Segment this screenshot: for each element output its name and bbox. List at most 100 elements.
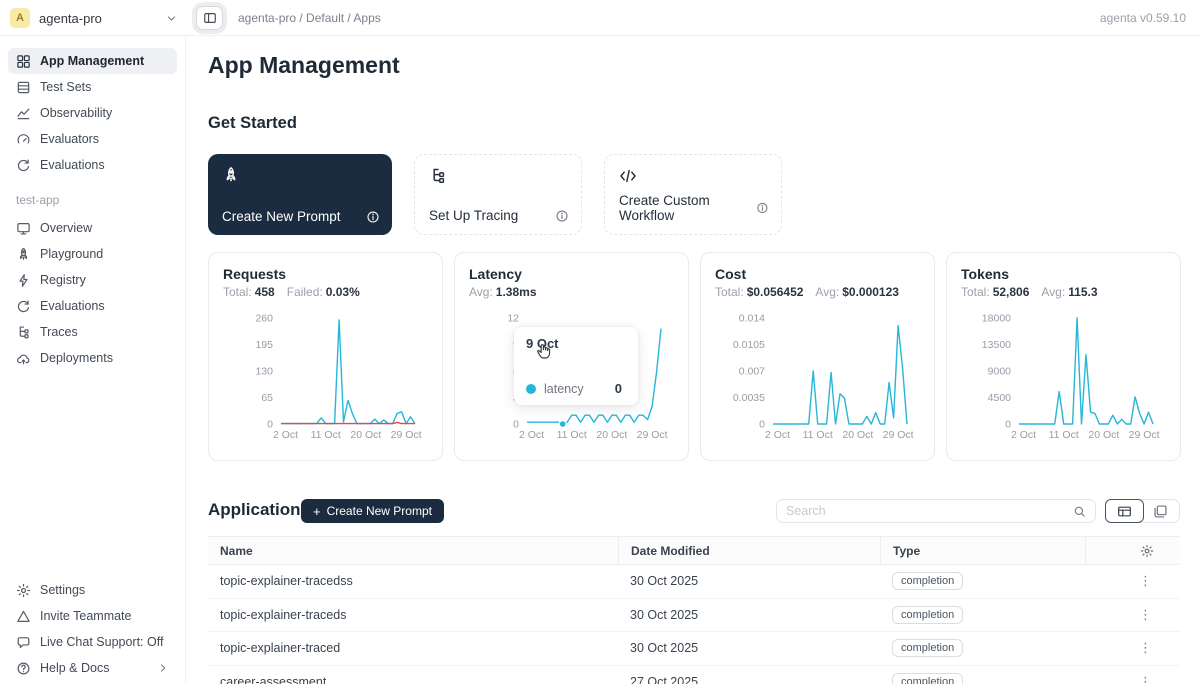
sidebar-item-evaluations[interactable]: Evaluations [8, 152, 177, 178]
kebab-menu-icon[interactable]: ⋮ [1139, 607, 1152, 622]
svg-text:0.014: 0.014 [739, 313, 765, 325]
svg-text:20 Oct: 20 Oct [350, 429, 381, 441]
info-icon [756, 201, 769, 215]
cell-actions: ⋮ [1085, 640, 1180, 656]
metric-stat: Total:52,806 [961, 285, 1029, 299]
workspace-selector[interactable]: A agenta-pro [10, 0, 178, 36]
sidebar-item-label: Evaluations [40, 158, 105, 172]
stat-label: Avg: [469, 285, 493, 299]
sidebar-item-evaluators[interactable]: Evaluators [8, 126, 177, 152]
card-view-button[interactable] [1143, 500, 1180, 522]
deployments-icon [16, 351, 31, 366]
get-started-title: Get Started [208, 114, 297, 133]
svg-text:11 Oct: 11 Oct [1049, 429, 1079, 441]
sidebar-item-overview[interactable]: Overview [8, 215, 177, 241]
svg-text:20 Oct: 20 Oct [596, 429, 627, 441]
cell-actions: ⋮ [1085, 573, 1180, 589]
sidebar-item-observability[interactable]: Observability [8, 100, 177, 126]
stat-value: 115.3 [1068, 285, 1097, 299]
metric-stat: Total:$0.056452 [715, 285, 803, 299]
kebab-menu-icon[interactable]: ⋮ [1139, 573, 1152, 588]
svg-text:130: 130 [255, 366, 273, 378]
sidebar-item-live-chat-support-off[interactable]: Live Chat Support: Off [8, 629, 177, 655]
svg-text:2 Oct: 2 Oct [273, 429, 298, 441]
svg-text:0.0105: 0.0105 [733, 339, 765, 351]
metric-stats: Total:$0.056452 Avg:$0.000123 [715, 285, 920, 299]
svg-text:29 Oct: 29 Oct [391, 429, 422, 441]
sidebar-item-label: Help & Docs [40, 661, 109, 675]
table-row[interactable]: topic-explainer-traced30 Oct 2025complet… [208, 632, 1180, 666]
sidebar: App ManagementTest SetsObservabilityEval… [0, 36, 186, 684]
search-icon[interactable] [1073, 505, 1086, 518]
table-row[interactable]: topic-explainer-tracedss30 Oct 2025compl… [208, 565, 1180, 599]
get-started-card-set-up-tracing[interactable]: Set Up Tracing [414, 154, 582, 235]
table-view-button[interactable] [1105, 499, 1144, 523]
stat-value: $0.000123 [842, 285, 899, 299]
get-started-card-create-custom-workflow[interactable]: Create Custom Workflow [604, 154, 782, 235]
app-root: A agenta-pro agenta-pro / Default / Apps… [0, 0, 1200, 684]
workspace-avatar: A [10, 8, 30, 28]
svg-text:2 Oct: 2 Oct [1011, 429, 1036, 441]
main-content: App Management Get Started Create New Pr… [186, 36, 1200, 684]
get-started-card-create-new-prompt[interactable]: Create New Prompt [208, 154, 392, 235]
version-label: agenta v0.59.10 [1100, 0, 1186, 36]
sidebar-item-invite-teammate[interactable]: Invite Teammate [8, 603, 177, 629]
sidebar-item-deployments[interactable]: Deployments [8, 345, 177, 371]
svg-text:4500: 4500 [988, 392, 1012, 404]
kebab-menu-icon[interactable]: ⋮ [1139, 640, 1152, 655]
overview-icon [16, 221, 31, 236]
card-footer: Create New Prompt [222, 209, 380, 224]
sidebar-app-list: OverviewPlaygroundRegistry Evaluations Tra… [8, 215, 177, 371]
create-new-prompt-label: Create New Prompt [327, 504, 432, 518]
sidebar-item-label: Deployments [40, 351, 113, 365]
observability-icon [16, 106, 31, 121]
sidebar-item-registry[interactable]: Registry [8, 267, 177, 293]
svg-text:260: 260 [255, 313, 273, 325]
svg-text:0.007: 0.007 [739, 366, 765, 378]
card-footer: Create Custom Workflow [619, 193, 769, 223]
type-badge: completion [892, 606, 963, 624]
evaluators-icon [16, 132, 31, 147]
stat-label: Avg: [1041, 285, 1065, 299]
search-input[interactable] [786, 504, 1073, 518]
card-label: Set Up Tracing [429, 208, 518, 223]
metric-card-tokens: TokensTotal:52,806Avg:115.30450090001350… [946, 252, 1181, 461]
series-dot-icon [526, 384, 536, 394]
sidebar-item-label: Evaluations [40, 299, 105, 313]
svg-text:11 Oct: 11 Oct [557, 429, 587, 441]
requests-series-failed [281, 422, 415, 423]
sidebar-item-evaluations[interactable]: Evaluations [8, 293, 177, 319]
rocket-icon [16, 247, 31, 262]
plus-icon: + [313, 505, 321, 518]
sidebar-item-test-sets[interactable]: Test Sets [8, 74, 177, 100]
tokens-chart: 04500900013500180002 Oct11 Oct20 Oct29 O… [961, 311, 1168, 445]
sidebar-item-label: App Management [40, 54, 144, 68]
stat-value: 458 [255, 285, 275, 299]
breadcrumb[interactable]: agenta-pro / Default / Apps [238, 0, 381, 36]
cell-actions: ⋮ [1085, 607, 1180, 623]
help-icon [16, 661, 31, 676]
sidebar-item-label: Traces [40, 325, 78, 339]
kebab-menu-icon[interactable]: ⋮ [1139, 674, 1152, 684]
sidebar-item-settings[interactable]: Settings [8, 577, 177, 603]
sidebar-item-help-docs[interactable]: Help & Docs [8, 655, 177, 681]
get-started-cards: Create New Prompt Set Up Tracing Create Cu… [208, 154, 782, 235]
stat-label: Failed: [287, 285, 323, 299]
svg-text:20 Oct: 20 Oct [1088, 429, 1119, 441]
registry-icon [16, 273, 31, 288]
column-header-date-modified[interactable]: Date Modified [618, 537, 880, 564]
sidebar-item-traces[interactable]: Traces [8, 319, 177, 345]
sidebar-toggle-button[interactable] [196, 6, 223, 30]
column-header-name[interactable]: Name [208, 537, 618, 564]
metric-stat: Avg:$0.000123 [815, 285, 899, 299]
gear-icon[interactable] [1140, 544, 1154, 558]
table-row[interactable]: career-assessment27 Oct 2025completion⋮ [208, 666, 1180, 684]
column-header-type[interactable]: Type [880, 537, 1085, 564]
table-row[interactable]: topic-explainer-traceds30 Oct 2025comple… [208, 599, 1180, 633]
cell-actions: ⋮ [1085, 674, 1180, 684]
sidebar-item-app-management[interactable]: App Management [8, 48, 177, 74]
create-new-prompt-button[interactable]: + Create New Prompt [301, 499, 444, 523]
metric-cards: RequestsTotal:458Failed:0.03%06513019526… [208, 252, 1181, 461]
sidebar-item-label: Settings [40, 583, 85, 597]
sidebar-item-playground[interactable]: Playground [8, 241, 177, 267]
